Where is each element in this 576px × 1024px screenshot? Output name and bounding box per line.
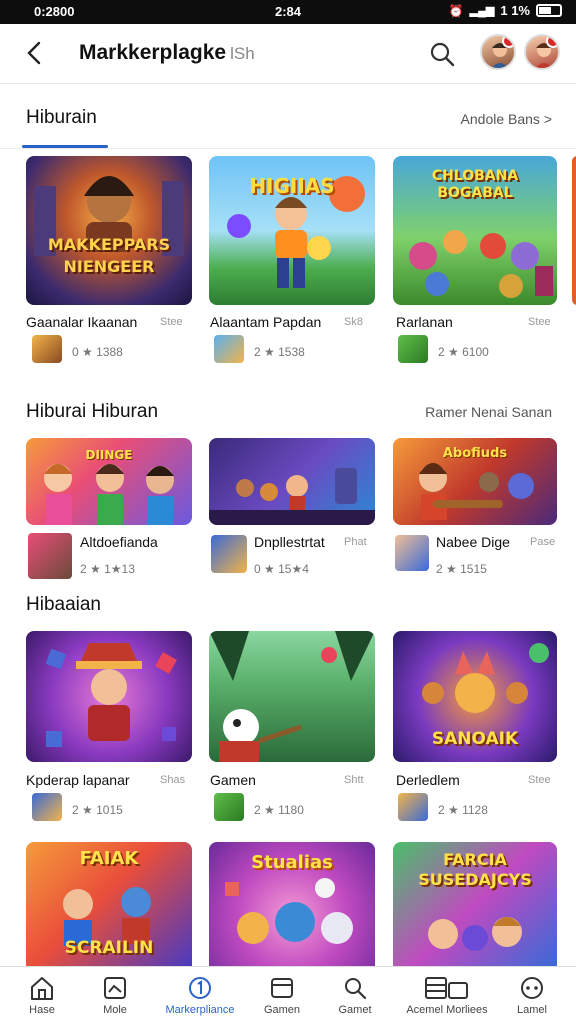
game-icon (211, 535, 247, 573)
section-title: Hiburai Hiburan (26, 401, 159, 422)
game-thumbnail-partial[interactable] (572, 156, 576, 305)
library-icon (423, 975, 471, 1001)
thumbnail-title: SANOAIK (431, 729, 519, 749)
divider (0, 148, 576, 149)
game-name[interactable]: Dnpllestrtat (254, 534, 325, 550)
status-center-text: 2:84 (275, 4, 302, 19)
search-icon (341, 975, 369, 1001)
game-thumbnail[interactable]: FAIAK SCRAILIN (26, 842, 192, 966)
battery-icon (536, 4, 562, 17)
section-title: Hiburain (26, 107, 97, 128)
game-icon (32, 335, 62, 363)
notification-badge (546, 36, 558, 48)
signal-icon: ▂▄▆ (469, 5, 495, 17)
avatar[interactable] (480, 34, 516, 70)
nav-item-mole[interactable]: Mole (67, 967, 163, 1024)
app-bar: Markkerplagke lSh (0, 24, 576, 84)
thumbnail-title: HIGIIAS (249, 174, 335, 198)
game-thumbnail[interactable]: HIGIIAS (209, 156, 375, 305)
thumbnail-title: FARCIA SUSEDAJCYS (418, 850, 532, 889)
game-icon (28, 533, 72, 579)
game-thumbnail[interactable]: Abofiuds (393, 438, 557, 525)
page-title-text: Markkerplagke (79, 41, 227, 64)
game-name[interactable]: Gaanalar Ikaanan (26, 314, 137, 330)
marketplace-icon (186, 975, 214, 1001)
game-size: Stee (528, 774, 551, 786)
game-rating: 2 ★ 1015 (72, 803, 123, 817)
page-title-suffix: lSh (230, 44, 255, 63)
game-thumbnail[interactable] (209, 631, 375, 762)
thumbnail-title: CHLOBANA BOGABAL (431, 168, 519, 201)
game-rating: 2 ★ 1538 (254, 345, 305, 359)
game-name[interactable]: Derledlem (396, 772, 460, 788)
game-rating: 2 ★ 1180 (254, 803, 304, 817)
game-rating: 2 ★ 1128 (438, 803, 488, 817)
thumbnail-title: Abofiuds (442, 446, 508, 461)
game-rating: 2 ★ 1515 (436, 562, 487, 576)
game-icon (32, 793, 62, 821)
status-icons: ⏰ ▂▄▆ 1 1% (449, 3, 562, 18)
nav-label: Mole (103, 1004, 127, 1016)
game-name[interactable]: Rarlanan (396, 314, 453, 330)
game-size: Shtt (344, 774, 364, 786)
game-name[interactable]: Kpderap lapanar (26, 772, 130, 788)
thumbnail-title: MAKKEPPARS NIENGEER (47, 235, 171, 276)
notification-badge (502, 36, 514, 48)
gallery-icon (101, 975, 129, 1001)
game-size: Stee (528, 316, 551, 328)
nav-item-search[interactable]: Gamet (307, 967, 403, 1024)
see-all-link[interactable]: Ramer Nenai Sanan (425, 404, 552, 420)
nav-label: Lamel (517, 1004, 547, 1016)
status-time: 0:2800 (34, 4, 75, 19)
home-icon (28, 975, 56, 1001)
game-icon (395, 535, 429, 571)
game-size: Sk8 (344, 316, 363, 328)
game-name[interactable]: Gamen (210, 772, 256, 788)
game-rating: 0 ★ 1388 (72, 345, 123, 359)
thumbnail-title: DIINGE (85, 448, 133, 462)
game-thumbnail[interactable] (26, 631, 192, 762)
game-icon (398, 793, 428, 821)
game-rating: 0 ★ 15★4 (254, 562, 309, 576)
thumbnail-subtitle: SCRAILIN (64, 938, 154, 958)
bottom-navigation: Hase Mole Markerpliance Gamen Gamet Acem… (0, 966, 576, 1024)
game-size: Stee (160, 316, 183, 328)
game-name[interactable]: Alaantam Papdan (210, 314, 321, 330)
game-icon (398, 335, 428, 363)
battery-percent: 1 1% (500, 3, 530, 18)
back-arrow-icon[interactable] (22, 38, 52, 68)
game-size: Pase (530, 536, 556, 548)
game-thumbnail[interactable]: CHLOBANA BOGABAL (393, 156, 557, 305)
game-name[interactable]: Nabee Dige (436, 534, 510, 550)
game-size: Shas (160, 774, 186, 786)
game-thumbnail[interactable]: FARCIA SUSEDAJCYS (393, 842, 557, 966)
game-size: Phat (344, 536, 367, 548)
game-thumbnail[interactable]: SANOAIK (393, 631, 557, 762)
settings-icon (518, 975, 546, 1001)
alarm-icon: ⏰ (448, 3, 464, 18)
nav-item-settings[interactable]: Lamel (484, 967, 576, 1024)
search-icon[interactable] (428, 40, 456, 68)
game-icon (214, 793, 244, 821)
game-icon (214, 335, 244, 363)
status-bar: 0:2800 2:84 ⏰ ▂▄▆ 1 1% (0, 0, 576, 24)
games-icon (268, 975, 296, 1001)
game-thumbnail[interactable]: MAKKEPPARS NIENGEER (26, 156, 192, 305)
page-title: Markkerplagke lSh (79, 41, 255, 65)
game-rating: 2 ★ 1★13 (80, 562, 135, 576)
game-thumbnail[interactable]: Stualias (209, 842, 375, 966)
thumbnail-title: Stualias (251, 852, 333, 873)
game-name[interactable]: Altdoefianda (80, 534, 158, 550)
avatar-secondary[interactable] (524, 34, 560, 70)
game-thumbnail[interactable] (209, 438, 375, 525)
thumbnail-title: FAIAK (79, 848, 139, 869)
game-thumbnail[interactable]: DIINGE (26, 438, 192, 525)
see-all-link[interactable]: Andole Bans > (461, 111, 552, 127)
section-title: Hibaaian (26, 594, 101, 615)
nav-label: Gamet (338, 1004, 372, 1016)
game-rating: 2 ★ 6100 (438, 345, 489, 359)
